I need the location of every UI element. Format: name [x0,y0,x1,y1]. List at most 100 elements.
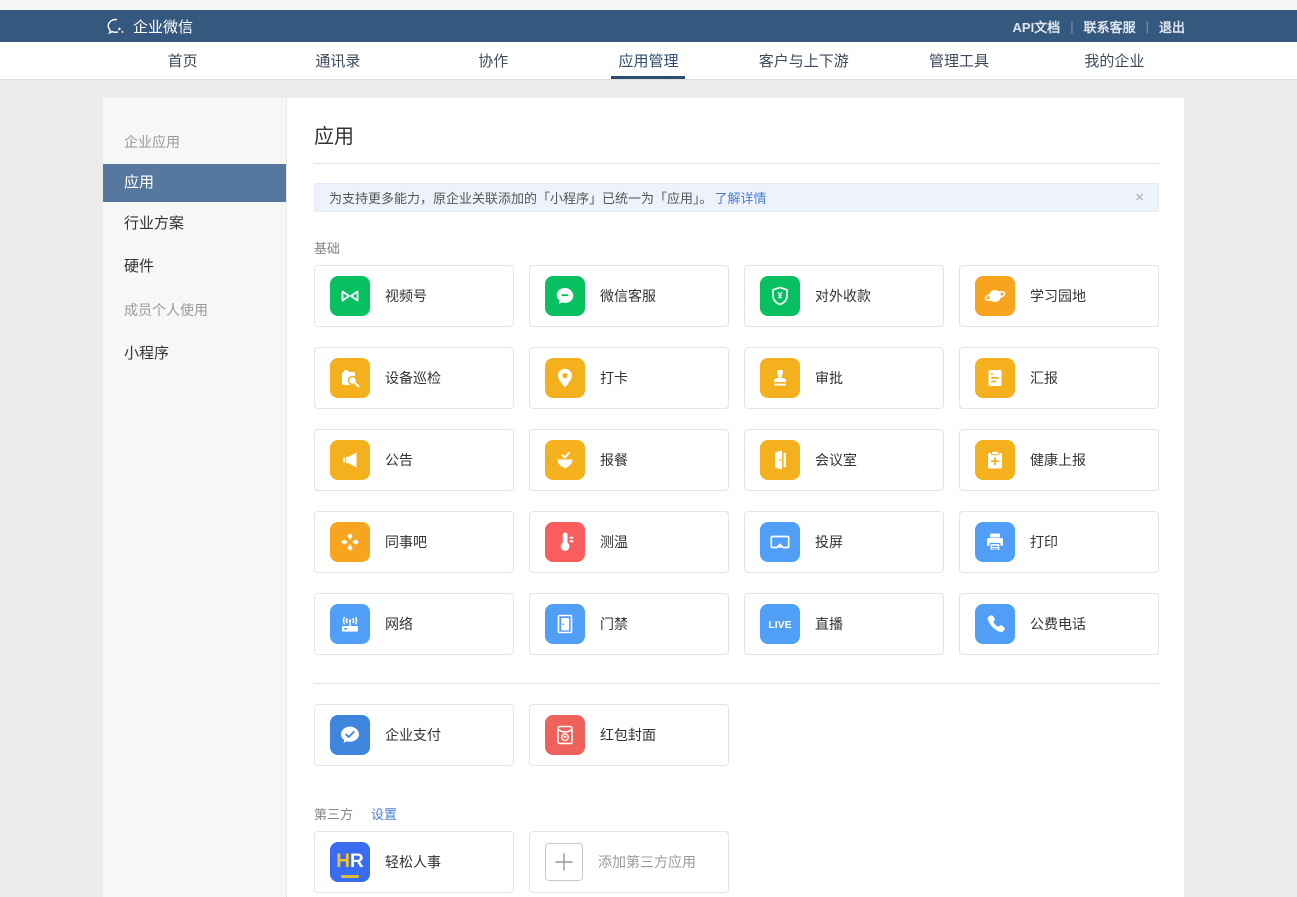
app-card-screen-cast[interactable]: 投屏 [744,511,944,573]
app-label: 投屏 [815,532,843,552]
add-third-party-label: 添加第三方应用 [598,852,696,872]
thermometer-icon [545,522,585,562]
pinwheel-icon [330,522,370,562]
third-party-label-text: 第三方 [314,804,353,823]
page-title: 应用 [314,98,1159,164]
tab-customers[interactable]: 客户与上下游 [726,42,881,79]
sidebar-item-apps[interactable]: 应用 [103,164,286,202]
app-card-meal-order[interactable]: 报餐 [529,429,729,491]
svg-text:¥: ¥ [777,291,782,301]
red-packet-icon [545,715,585,755]
app-card-easy-hr[interactable]: HR 轻松人事 [314,831,514,893]
app-label: 微信客服 [600,286,656,306]
main-panel: 企业应用 应用 行业方案 硬件 成员个人使用 小程序 应用 为支持更多能力，原企… [103,98,1184,897]
app-label: 门禁 [600,614,628,634]
device-inspect-icon [330,358,370,398]
basic-section-label: 基础 [314,238,1159,257]
app-label: 设备巡检 [385,368,441,388]
plus-icon [545,843,583,881]
tab-home[interactable]: 首页 [105,42,260,79]
brand[interactable]: 企业微信 [105,16,193,37]
top-strip [0,0,1297,10]
app-card-report[interactable]: 汇报 [959,347,1159,409]
app-label: 会议室 [815,450,857,470]
app-label: 学习园地 [1030,286,1086,306]
main-nav: 首页 通讯录 协作 应用管理 客户与上下游 管理工具 我的企业 [0,42,1297,80]
screen-cast-icon [760,522,800,562]
app-card-print[interactable]: 打印 [959,511,1159,573]
close-icon[interactable]: × [1135,189,1144,206]
app-label: 审批 [815,368,843,388]
basic-apps-grid: 视频号 微信客服 ¥ 对外收款 学习园地 [314,265,1159,655]
planet-icon [975,276,1015,316]
easy-hr-icon: HR [330,842,370,882]
megaphone-icon [330,440,370,480]
sidebar-item-industry-solutions[interactable]: 行业方案 [103,202,286,245]
app-card-check-in[interactable]: 打卡 [529,347,729,409]
app-label: 直播 [815,614,843,634]
learn-more-link[interactable]: 了解详情 [715,188,767,207]
topbar: 企业微信 API文档 | 联系客服 | 退出 [0,10,1297,42]
app-card-network[interactable]: 网络 [314,593,514,655]
wechat-pay-icon [330,715,370,755]
clipboard-plus-icon [975,440,1015,480]
sidebar-item-mini-programs[interactable]: 小程序 [103,332,286,375]
app-card-colleagues-bar[interactable]: 同事吧 [314,511,514,573]
basic-label-text: 基础 [314,238,340,257]
app-card-temperature[interactable]: 测温 [529,511,729,573]
report-doc-icon [975,358,1015,398]
app-label: 同事吧 [385,532,427,552]
notice-banner: 为支持更多能力，原企业关联添加的「小程序」已统一为「应用」。 了解详情 × [314,183,1159,212]
router-icon [330,604,370,644]
app-label: 打卡 [600,368,628,388]
location-pin-icon [545,358,585,398]
stamp-icon [760,358,800,398]
app-card-enterprise-pay[interactable]: 企业支付 [314,704,514,766]
app-label: 公费电话 [1030,614,1086,634]
app-card-red-packet-cover[interactable]: 红包封面 [529,704,729,766]
separator: | [1146,19,1149,34]
app-label: 轻松人事 [385,852,441,872]
app-card-health-report[interactable]: 健康上报 [959,429,1159,491]
hr-letter-h: H [336,851,350,873]
sidebar-item-hardware[interactable]: 硬件 [103,245,286,288]
app-label: 网络 [385,614,413,634]
app-label: 企业支付 [385,725,441,745]
app-label: 公告 [385,450,413,470]
printer-icon [975,522,1015,562]
app-card-device-inspection[interactable]: 设备巡检 [314,347,514,409]
meal-bowl-icon [545,440,585,480]
app-card-announcement[interactable]: 公告 [314,429,514,491]
wecom-logo-icon [105,16,126,37]
tab-my-enterprise[interactable]: 我的企业 [1037,42,1192,79]
app-card-channels[interactable]: 视频号 [314,265,514,327]
app-card-learning-garden[interactable]: 学习园地 [959,265,1159,327]
app-card-approval[interactable]: 审批 [744,347,944,409]
app-label: 打印 [1030,532,1058,552]
hr-sub-bar [341,875,359,878]
app-card-external-payment[interactable]: ¥ 对外收款 [744,265,944,327]
tab-collaboration[interactable]: 协作 [416,42,571,79]
separator: | [1070,19,1073,34]
contact-support-link[interactable]: 联系客服 [1084,17,1136,36]
app-card-wechat-kf[interactable]: 微信客服 [529,265,729,327]
app-card-live[interactable]: LIVE 直播 [744,593,944,655]
sidebar-header-personal-use: 成员个人使用 [103,288,286,332]
tab-app-management[interactable]: 应用管理 [571,42,726,79]
logout-link[interactable]: 退出 [1159,17,1185,36]
sidebar: 企业应用 应用 行业方案 硬件 成员个人使用 小程序 [103,98,287,897]
hr-letter-r: R [350,851,364,873]
third-party-settings-link[interactable]: 设置 [371,804,397,823]
door-open-icon [760,440,800,480]
brand-name: 企业微信 [133,16,193,37]
tab-admin-tools[interactable]: 管理工具 [881,42,1036,79]
channels-icon [330,276,370,316]
tab-contacts[interactable]: 通讯录 [260,42,415,79]
shield-yen-icon: ¥ [760,276,800,316]
app-card-phone-call[interactable]: 公费电话 [959,593,1159,655]
app-card-meeting-room[interactable]: 会议室 [744,429,944,491]
app-label: 健康上报 [1030,450,1086,470]
api-docs-link[interactable]: API文档 [1013,17,1061,36]
app-card-door-access[interactable]: 门禁 [529,593,729,655]
add-third-party-app-card[interactable]: 添加第三方应用 [529,831,729,893]
